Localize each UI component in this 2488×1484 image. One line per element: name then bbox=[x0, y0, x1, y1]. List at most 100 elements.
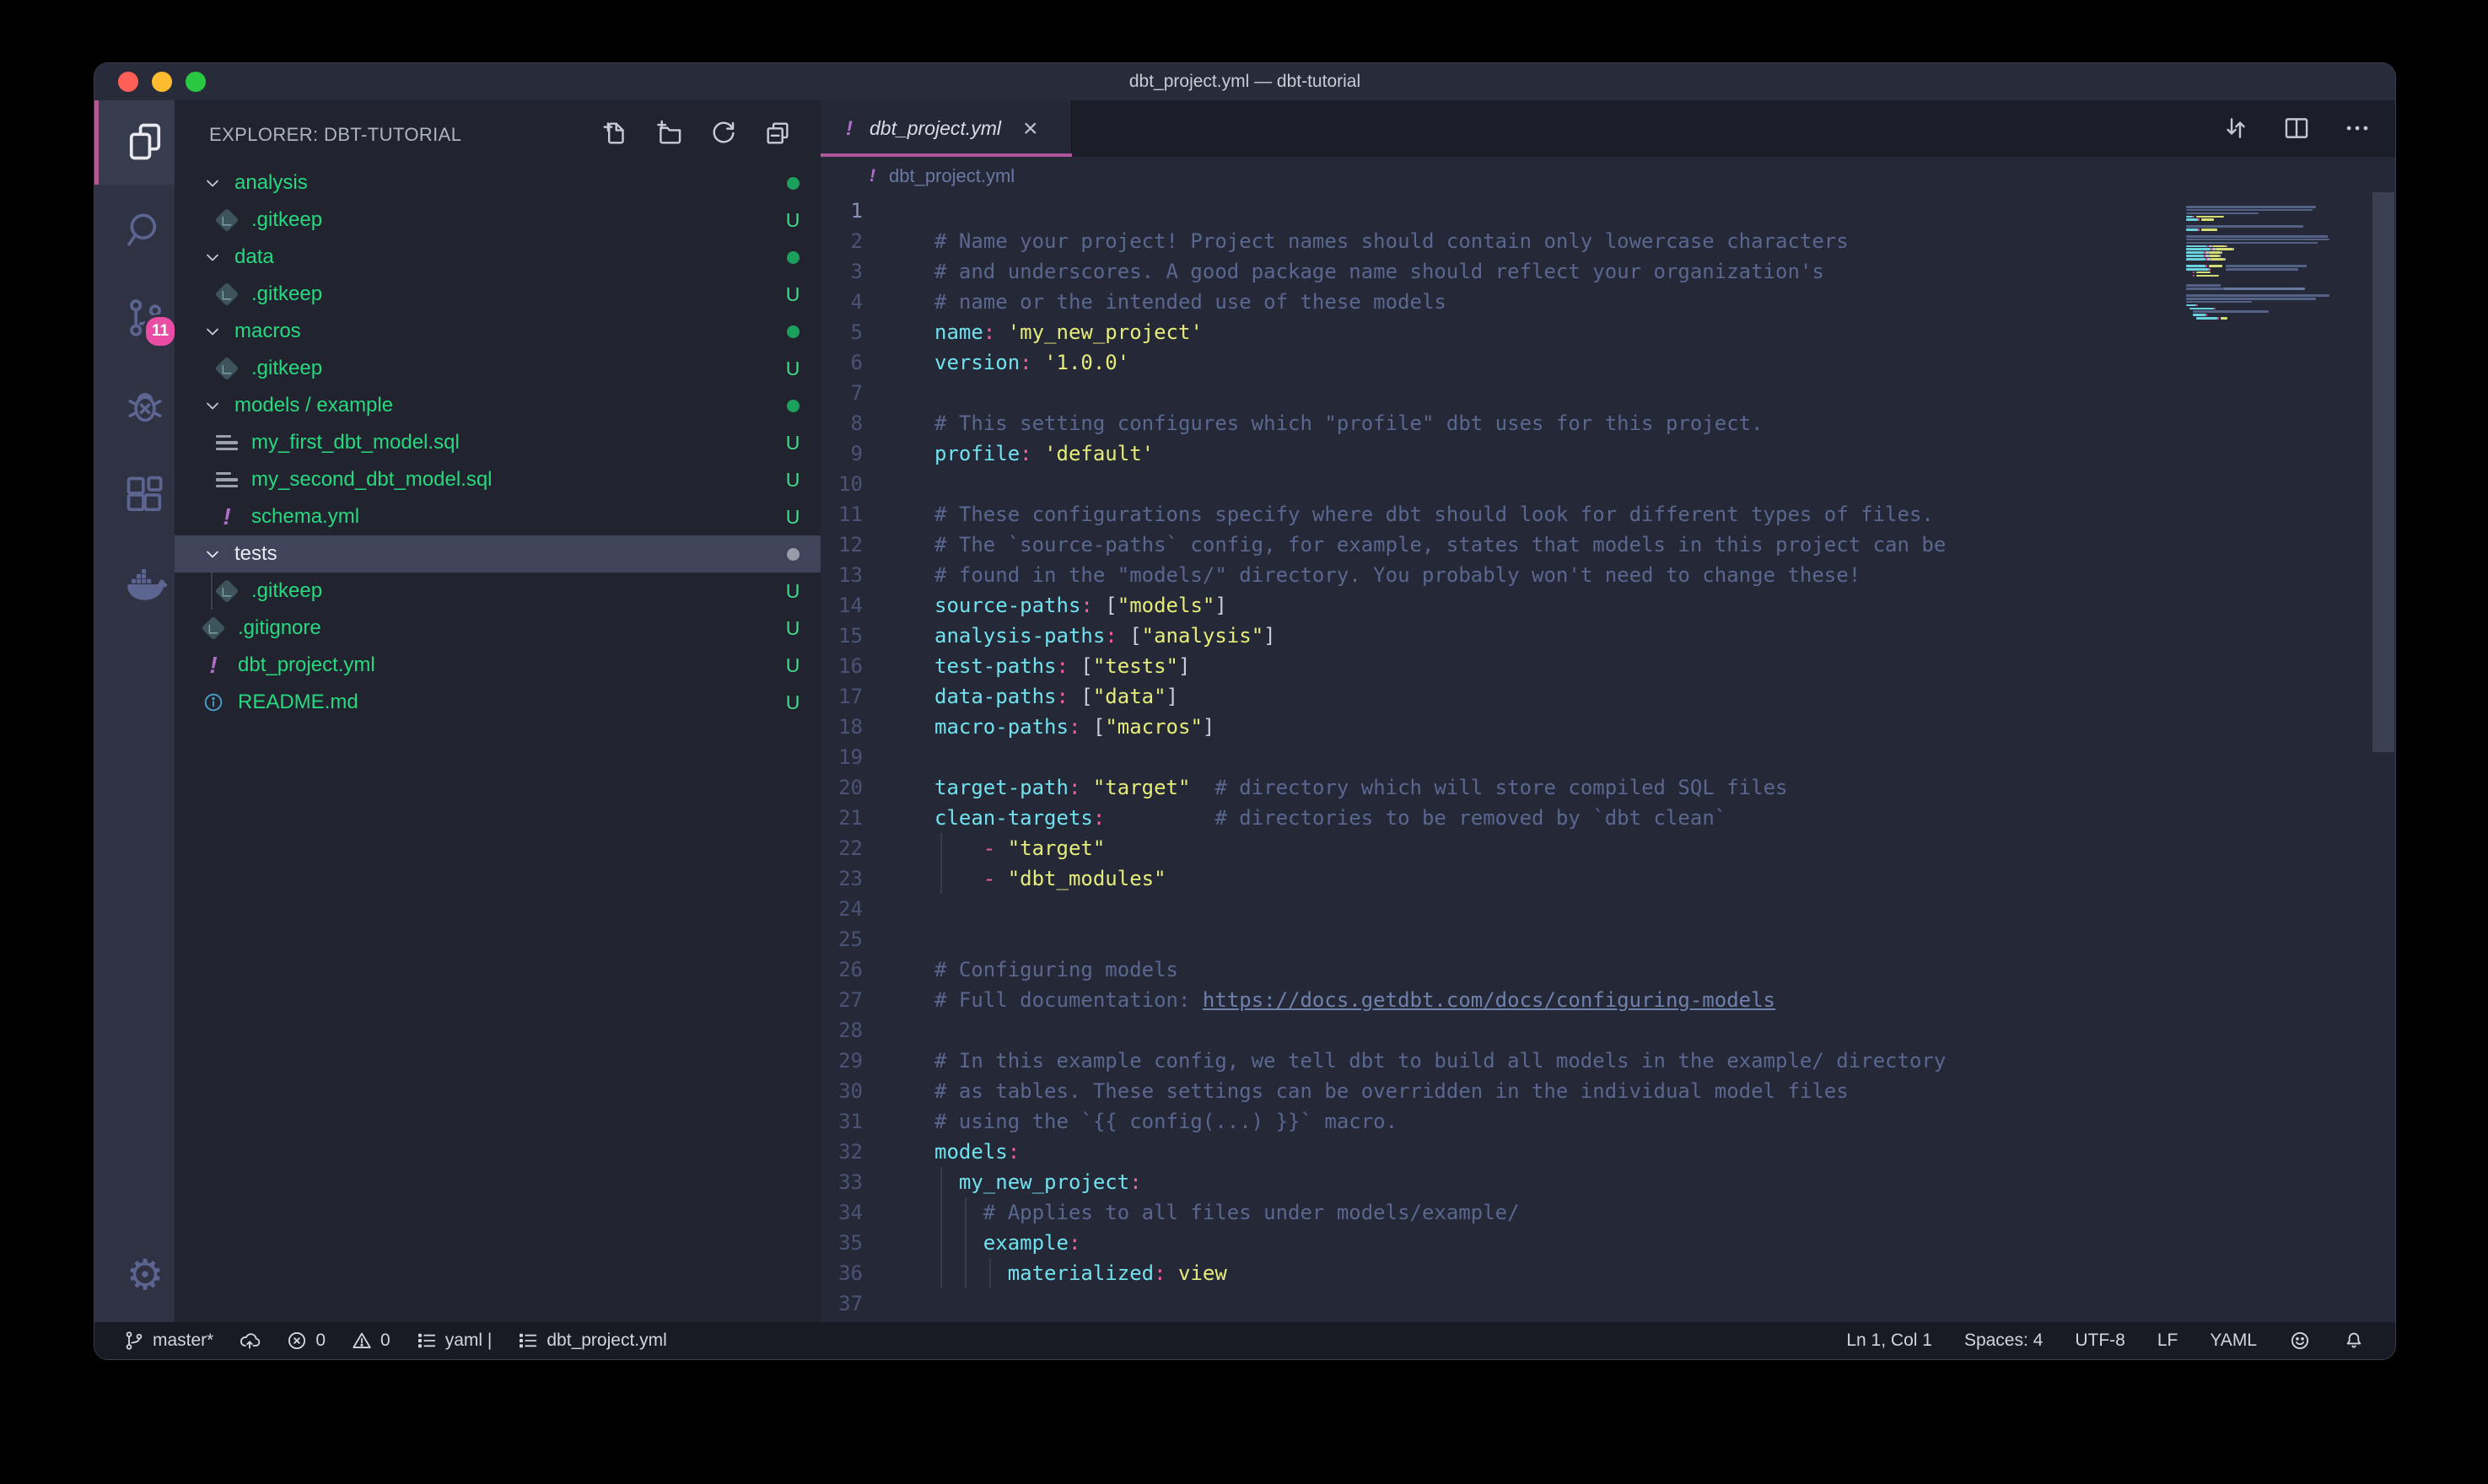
tree-file-readme-md[interactable]: README.mdU bbox=[175, 684, 821, 721]
new-folder-icon[interactable] bbox=[655, 119, 684, 148]
status-ln-1-col-1[interactable]: Ln 1, Col 1 bbox=[1846, 1331, 1932, 1351]
tab-dbt-project-yml[interactable]: ! dbt_project.yml × bbox=[821, 100, 1072, 157]
line-number: 14 bbox=[821, 590, 886, 621]
line-content: materialized: view bbox=[886, 1258, 1227, 1288]
tree-folder-macros[interactable]: macros bbox=[175, 313, 821, 350]
scm-changes-badge: 11 bbox=[143, 315, 177, 348]
tree-item-label: dbt_project.yml bbox=[238, 653, 375, 677]
status-cloud-upload[interactable] bbox=[239, 1330, 261, 1352]
line-content: data-paths: ["data"] bbox=[886, 681, 1178, 712]
line-number: 30 bbox=[821, 1076, 886, 1106]
line-content bbox=[886, 742, 934, 772]
line-number: 19 bbox=[821, 742, 886, 772]
tree-item-label: README.md bbox=[238, 691, 358, 714]
debug-icon[interactable] bbox=[123, 384, 167, 427]
chevron-down-icon bbox=[202, 395, 223, 416]
tree-file-schema-yml[interactable]: !schema.ymlU bbox=[175, 498, 821, 535]
code-line-29: 29# In this example config, we tell dbt … bbox=[821, 1046, 2395, 1076]
line-content: version: '1.0.0' bbox=[886, 347, 1129, 378]
indent-guide bbox=[940, 1167, 942, 1197]
tree-folder-analysis[interactable]: analysis bbox=[175, 164, 821, 202]
sql-file-icon bbox=[216, 432, 238, 454]
explorer-icon[interactable] bbox=[123, 120, 167, 164]
code-line-26: 26# Configuring models bbox=[821, 954, 2395, 985]
refresh-icon[interactable] bbox=[709, 119, 738, 148]
tree-file--gitkeep[interactable]: .gitkeepU bbox=[175, 573, 821, 610]
tree-item-label: tests bbox=[234, 542, 277, 566]
tree-file--gitkeep[interactable]: .gitkeepU bbox=[175, 202, 821, 239]
status-0[interactable]: 0 bbox=[286, 1330, 326, 1352]
line-content: # and underscores. A good package name s… bbox=[886, 256, 1824, 287]
status-lf[interactable]: LF bbox=[2157, 1331, 2178, 1351]
tree-file--gitkeep[interactable]: .gitkeepU bbox=[175, 276, 821, 313]
source-control-icon[interactable]: 11 bbox=[123, 296, 167, 340]
open-changes-icon[interactable] bbox=[2221, 114, 2252, 144]
status-master[interactable]: master* bbox=[123, 1330, 213, 1352]
breadcrumb[interactable]: ! dbt_project.yml bbox=[821, 157, 2395, 196]
status-yaml[interactable]: yaml | bbox=[416, 1330, 493, 1352]
status-yaml[interactable]: YAML bbox=[2210, 1331, 2257, 1351]
git-file-icon bbox=[216, 283, 238, 305]
indent-guide bbox=[940, 1228, 942, 1258]
code-line-9: 9profile: 'default' bbox=[821, 438, 2395, 469]
status-0[interactable]: 0 bbox=[351, 1330, 390, 1352]
status-dbt-project-yml[interactable]: dbt_project.yml bbox=[517, 1330, 666, 1352]
status-bell[interactable] bbox=[2343, 1330, 2365, 1352]
line-number: 8 bbox=[821, 408, 886, 438]
settings-gear-icon[interactable]: ⚙ bbox=[123, 1253, 167, 1297]
code-line-18: 18macro-paths: ["macros"] bbox=[821, 712, 2395, 742]
git-file-icon bbox=[216, 209, 238, 231]
search-icon[interactable] bbox=[123, 207, 167, 251]
error-circle-icon bbox=[286, 1330, 308, 1352]
status-label: 0 bbox=[380, 1331, 390, 1351]
tree-folder-data[interactable]: data bbox=[175, 239, 821, 276]
line-number: 15 bbox=[821, 621, 886, 651]
title-bar[interactable]: dbt_project.yml — dbt-tutorial bbox=[94, 63, 2395, 100]
status-smiley[interactable] bbox=[2289, 1330, 2311, 1352]
line-content: source-paths: ["models"] bbox=[886, 590, 1227, 621]
breadcrumb-file-label[interactable]: dbt_project.yml bbox=[889, 165, 1015, 187]
line-number: 31 bbox=[821, 1106, 886, 1137]
tree-file-my-second-dbt-model-sql[interactable]: my_second_dbt_model.sqlU bbox=[175, 461, 821, 498]
code-line-2: 2# Name your project! Project names shou… bbox=[821, 226, 2395, 256]
tree-file-dbt-project-yml[interactable]: !dbt_project.ymlU bbox=[175, 647, 821, 684]
line-content bbox=[886, 378, 934, 408]
tree-folder-tests[interactable]: tests bbox=[175, 535, 821, 573]
code-line-19: 19 bbox=[821, 742, 2395, 772]
tree-file--gitkeep[interactable]: .gitkeep U bbox=[175, 350, 821, 387]
close-tab-icon[interactable]: × bbox=[1023, 116, 1038, 142]
tree-item-label: .gitkeep bbox=[251, 357, 322, 380]
collapse-all-icon[interactable] bbox=[763, 119, 792, 148]
tree-item-label: .gitkeep bbox=[251, 579, 322, 603]
more-actions-icon[interactable] bbox=[2343, 114, 2373, 144]
line-content: # These configurations specify where dbt… bbox=[886, 499, 1934, 530]
outline-icon bbox=[517, 1330, 539, 1352]
indent-guide bbox=[965, 1197, 967, 1228]
new-file-icon[interactable] bbox=[601, 119, 630, 148]
editor-scrollbar[interactable] bbox=[2372, 192, 2394, 752]
line-number: 24 bbox=[821, 894, 886, 924]
status-spaces-4[interactable]: Spaces: 4 bbox=[1964, 1331, 2043, 1351]
split-editor-icon[interactable] bbox=[2282, 114, 2313, 144]
extensions-icon[interactable] bbox=[123, 473, 167, 517]
git-file-icon bbox=[216, 358, 238, 379]
line-content bbox=[886, 924, 934, 954]
status-utf-8[interactable]: UTF-8 bbox=[2075, 1331, 2125, 1351]
line-number: 1 bbox=[821, 196, 886, 226]
line-number: 36 bbox=[821, 1258, 886, 1288]
tree-file--gitignore[interactable]: .gitignoreU bbox=[175, 610, 821, 647]
tree-file-my-first-dbt-model-sql[interactable]: my_first_dbt_model.sqlU bbox=[175, 424, 821, 461]
code-editor[interactable]: 12# Name your project! Project names sho… bbox=[821, 196, 2395, 1322]
sql-file-icon bbox=[216, 469, 238, 491]
code-line-6: 6version: '1.0.0' bbox=[821, 347, 2395, 378]
docker-icon[interactable] bbox=[123, 560, 167, 604]
code-line-16: 16test-paths: ["tests"] bbox=[821, 651, 2395, 681]
git-untracked-badge: U bbox=[780, 358, 805, 380]
git-file-icon bbox=[216, 580, 238, 602]
explorer-header-title: EXPLORER: DBT-TUTORIAL bbox=[209, 124, 461, 146]
minimap[interactable] bbox=[2186, 202, 2370, 324]
git-branch-icon bbox=[123, 1330, 145, 1352]
code-line-17: 17data-paths: ["data"] bbox=[821, 681, 2395, 712]
tree-folder-models-example[interactable]: models / example bbox=[175, 387, 821, 424]
line-number: 10 bbox=[821, 469, 886, 499]
